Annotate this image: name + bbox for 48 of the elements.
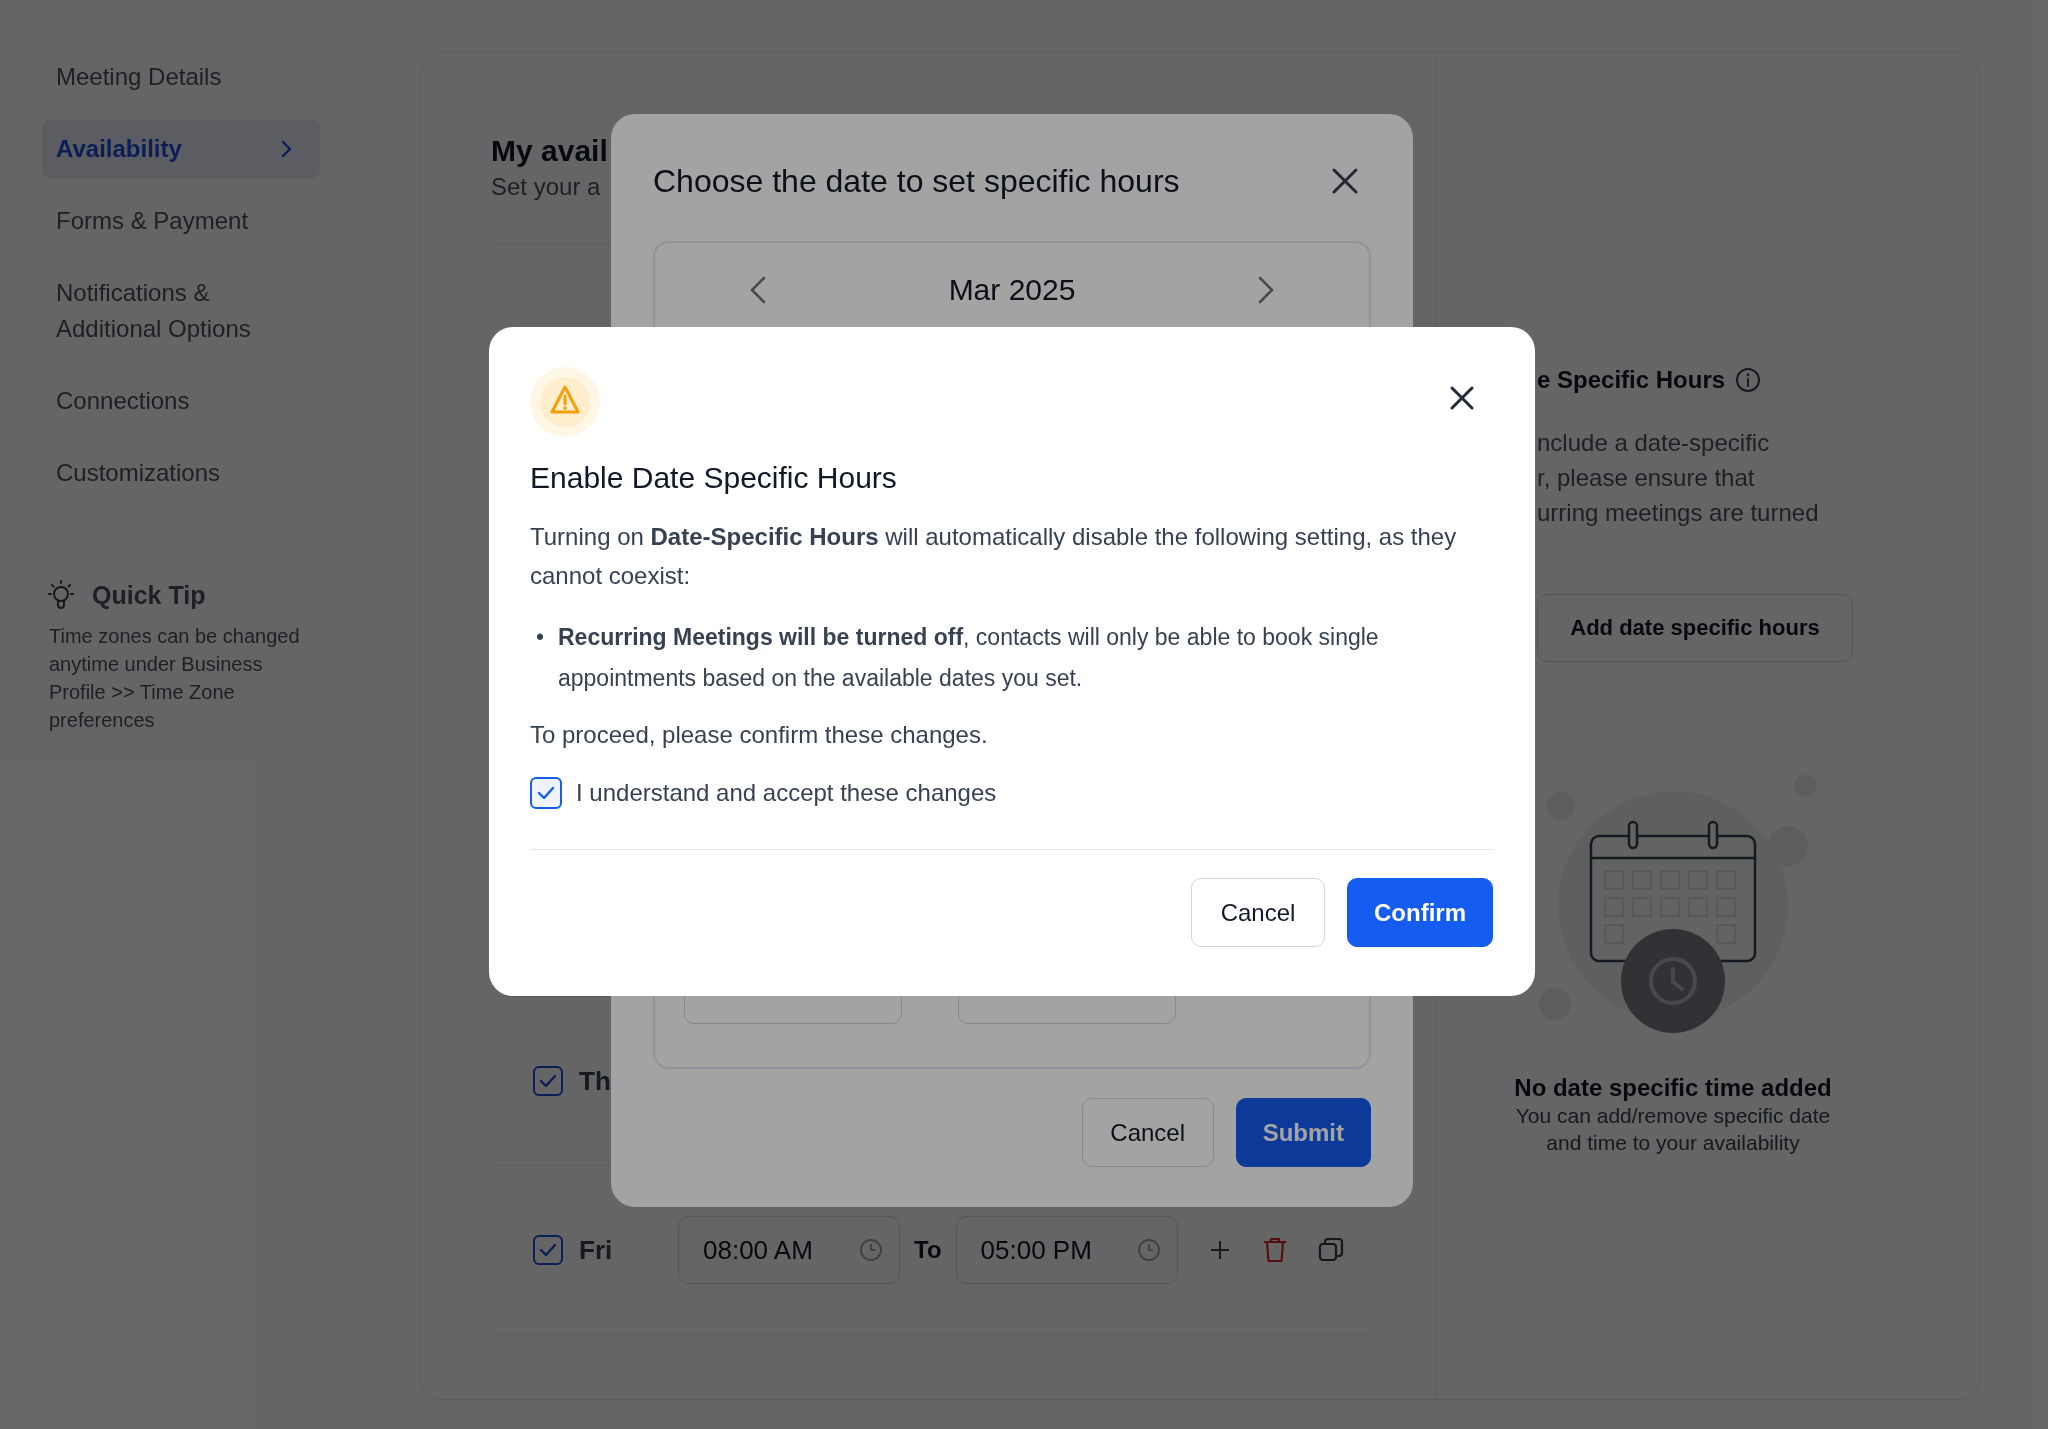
bullet-marker: • <box>535 623 546 652</box>
dialog-title: Choose the date to set specific hours <box>653 162 1180 201</box>
quick-tip-text: Time zones can be changed anytime under Business Profile >> Time Zone preferences <box>49 624 301 733</box>
accept-checkbox[interactable] <box>530 777 562 809</box>
cancel-button[interactable]: Cancel <box>1191 878 1325 947</box>
add-date-specific-hours-button[interactable]: Add date specific hours <box>1537 594 1853 662</box>
clock-icon <box>1136 1238 1161 1262</box>
time-field[interactable]: 08:00 AM <box>678 1216 900 1284</box>
bullet-text: Recurring Meetings will be turned off, contacts will only be able to book single appointments based on the available dates you set. <box>558 623 1380 693</box>
description-text: nclude a date-specific <box>1537 428 1771 458</box>
checkbox-label[interactable]: I understand and accept these changes <box>576 779 997 807</box>
empty-state-text: You can add/remove specific date and time to your availability <box>1514 1103 1832 1156</box>
sidebar-item[interactable]: Notifications & Additional Options <box>42 264 320 358</box>
time-field[interactable]: 05:00 PM <box>955 1216 1178 1284</box>
prompt-text: To proceed, please confirm these changes. <box>530 720 989 750</box>
chevron-right-icon <box>280 139 294 159</box>
cancel-button[interactable]: Cancel <box>1081 1098 1214 1167</box>
submit-button[interactable]: Submit <box>1235 1098 1371 1167</box>
copy-icon[interactable] <box>1317 1237 1344 1263</box>
description-text: urring meetings are turned <box>1537 498 1819 528</box>
panel-title: e Specific Hours <box>1537 365 1726 395</box>
chevron-left-icon[interactable] <box>749 275 767 305</box>
month-label: Mar 2025 <box>948 273 1076 307</box>
info-icon <box>1735 367 1762 393</box>
sidebar-item[interactable]: Meeting Details <box>42 48 320 106</box>
close-icon[interactable] <box>1449 385 1475 411</box>
sidebar-item[interactable]: Forms & Payment <box>42 192 320 250</box>
sidebar-item[interactable]: Customizations <box>42 444 320 502</box>
warning-icon <box>530 367 600 437</box>
sidebar-item[interactable]: Connections <box>42 372 320 430</box>
day-label: Th <box>578 1065 612 1097</box>
to-label: To <box>914 1236 942 1264</box>
dialog-title: Enable Date Specific Hours <box>530 461 898 495</box>
description-text: r, please ensure that <box>1537 463 1756 493</box>
trash-icon[interactable] <box>1261 1236 1288 1264</box>
confirm-button[interactable]: Confirm <box>1347 878 1493 947</box>
chevron-right-icon[interactable] <box>1257 275 1275 305</box>
section-title: My avail <box>491 133 608 169</box>
day-checkbox[interactable] <box>533 1066 563 1096</box>
clock-icon <box>859 1238 883 1262</box>
close-icon[interactable] <box>1331 167 1359 195</box>
day-label: Fri <box>578 1234 614 1266</box>
section-subtitle: Set your a <box>491 172 601 202</box>
sidebar-item[interactable]: Availability <box>42 120 320 178</box>
dialog-message: Turning on Date-Specific Hours will automatically disable the following setting, as they cannot coexist: <box>530 522 1458 591</box>
quick-tip-title: Quick Tip <box>92 580 206 610</box>
empty-state-title: No date specific time added <box>1514 1074 1832 1102</box>
day-checkbox[interactable] <box>533 1235 563 1265</box>
